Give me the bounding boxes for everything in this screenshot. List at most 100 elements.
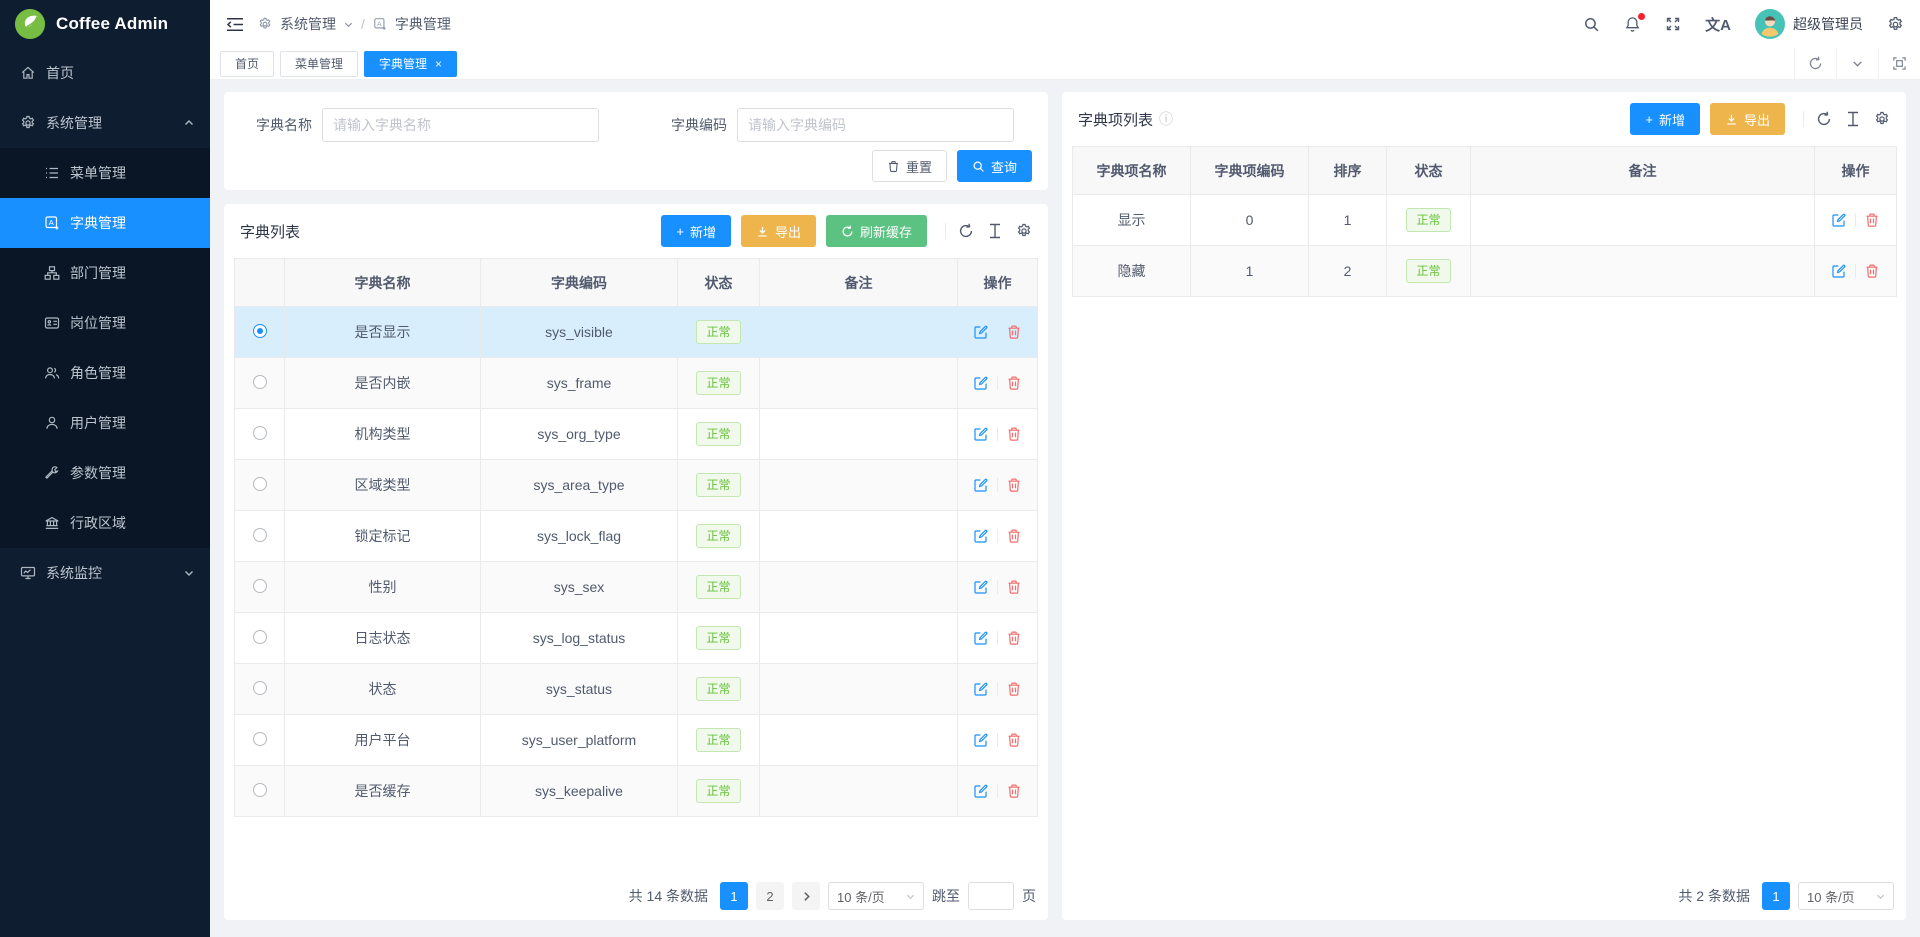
reset-button[interactable]: 重置: [872, 150, 947, 182]
sidebar-item-dict-mgmt[interactable]: A 字典管理: [0, 198, 210, 248]
dictionary-icon: A: [44, 215, 60, 231]
edit-icon[interactable]: [973, 324, 989, 340]
page-button-1[interactable]: 1: [720, 882, 748, 910]
row-radio[interactable]: [253, 681, 267, 695]
page-size-select[interactable]: 10 条/页: [1798, 882, 1894, 910]
edit-icon[interactable]: [973, 528, 989, 544]
row-radio[interactable]: [253, 783, 267, 797]
sidebar-item-dept-mgmt[interactable]: 部门管理: [0, 248, 210, 298]
page-button-1[interactable]: 1: [1762, 882, 1790, 910]
row-radio[interactable]: [253, 375, 267, 389]
delete-icon[interactable]: [1006, 732, 1022, 748]
fullscreen-icon[interactable]: [1665, 16, 1681, 32]
settings-gear-icon[interactable]: [1887, 16, 1904, 33]
add-dict-button[interactable]: +新增: [661, 215, 731, 247]
add-dict-item-button[interactable]: +新增: [1630, 103, 1700, 135]
edit-icon[interactable]: [1831, 212, 1847, 228]
delete-icon[interactable]: [1864, 263, 1880, 279]
breadcrumb-level1[interactable]: 系统管理: [280, 14, 336, 34]
refresh-cache-button[interactable]: 刷新缓存: [826, 215, 927, 247]
search-icon[interactable]: [1583, 16, 1600, 33]
row-radio[interactable]: [253, 324, 267, 338]
edit-icon[interactable]: [973, 681, 989, 697]
row-radio[interactable]: [253, 426, 267, 440]
notification-bell-icon[interactable]: [1624, 16, 1641, 33]
sidebar-item-user-mgmt[interactable]: 用户管理: [0, 398, 210, 448]
row-height-icon[interactable]: [1846, 111, 1860, 127]
next-page-button[interactable]: [792, 882, 820, 910]
dict-name-input[interactable]: [322, 108, 599, 142]
user-menu[interactable]: 超级管理员: [1755, 9, 1863, 39]
sidebar-collapse-icon[interactable]: [226, 17, 244, 32]
sidebar-item-system-monitor[interactable]: 系统监控: [0, 548, 210, 598]
row-radio[interactable]: [253, 477, 267, 491]
edit-icon[interactable]: [973, 579, 989, 595]
tab-options-chevron-icon[interactable]: [1836, 48, 1878, 80]
dict-item-pagination: 共 2 条数据 1 10 条/页: [1678, 882, 1894, 910]
tab-menu-mgmt[interactable]: 菜单管理: [280, 51, 358, 77]
table-row[interactable]: 是否显示 sys_visible 正常: [235, 307, 1038, 358]
delete-icon[interactable]: [1006, 324, 1022, 340]
table-row[interactable]: 用户平台 sys_user_platform 正常: [235, 715, 1038, 766]
table-row[interactable]: 区域类型 sys_area_type 正常: [235, 460, 1038, 511]
page-size-select[interactable]: 10 条/页: [828, 882, 924, 910]
delete-icon[interactable]: [1006, 426, 1022, 442]
edit-icon[interactable]: [973, 477, 989, 493]
tab-dict-mgmt[interactable]: 字典管理 ×: [364, 51, 457, 77]
sidebar-item-role-mgmt[interactable]: 角色管理: [0, 348, 210, 398]
table-row[interactable]: 机构类型 sys_org_type 正常: [235, 409, 1038, 460]
edit-icon[interactable]: [1831, 263, 1847, 279]
edit-icon[interactable]: [973, 375, 989, 391]
table-row[interactable]: 锁定标记 sys_lock_flag 正常: [235, 511, 1038, 562]
delete-icon[interactable]: [1864, 212, 1880, 228]
refresh-page-icon[interactable]: [1794, 48, 1836, 80]
column-settings-gear-icon[interactable]: [1874, 111, 1890, 127]
refresh-table-icon[interactable]: [958, 223, 974, 239]
dict-code-cell: sys_lock_flag: [481, 511, 678, 562]
refresh-table-icon[interactable]: [1816, 111, 1832, 127]
delete-icon[interactable]: [1006, 375, 1022, 391]
translate-icon[interactable]: 文A: [1705, 14, 1731, 35]
row-radio[interactable]: [253, 528, 267, 542]
table-row[interactable]: 性别 sys_sex 正常: [235, 562, 1038, 613]
sidebar-item-menu-mgmt[interactable]: 菜单管理: [0, 148, 210, 198]
sidebar-item-home[interactable]: 首页: [0, 48, 210, 98]
note-cell: [1471, 246, 1815, 297]
sidebar-item-admin-region[interactable]: 行政区域: [0, 498, 210, 548]
export-dict-button[interactable]: 导出: [741, 215, 816, 247]
row-radio[interactable]: [253, 732, 267, 746]
delete-icon[interactable]: [1006, 681, 1022, 697]
table-row[interactable]: 是否内嵌 sys_frame 正常: [235, 358, 1038, 409]
table-row[interactable]: 是否缓存 sys_keepalive 正常: [235, 766, 1038, 817]
edit-icon[interactable]: [973, 732, 989, 748]
table-row[interactable]: 显示 0 1 正常: [1073, 195, 1897, 246]
query-button[interactable]: 查询: [957, 150, 1032, 182]
table-row[interactable]: 隐藏 1 2 正常: [1073, 246, 1897, 297]
close-icon[interactable]: ×: [435, 58, 442, 70]
row-radio[interactable]: [253, 630, 267, 644]
delete-icon[interactable]: [1006, 477, 1022, 493]
edit-icon[interactable]: [973, 630, 989, 646]
jump-page-input[interactable]: [968, 882, 1014, 910]
sidebar-item-system-mgmt[interactable]: 系统管理: [0, 98, 210, 148]
delete-icon[interactable]: [1006, 528, 1022, 544]
edit-icon[interactable]: [973, 783, 989, 799]
table-row[interactable]: 日志状态 sys_log_status 正常: [235, 613, 1038, 664]
delete-icon[interactable]: [1006, 783, 1022, 799]
content-maximize-icon[interactable]: [1878, 48, 1920, 80]
dict-code-input[interactable]: [737, 108, 1014, 142]
tab-home[interactable]: 首页: [220, 51, 274, 77]
sidebar-item-post-mgmt[interactable]: 岗位管理: [0, 298, 210, 348]
row-height-icon[interactable]: [988, 223, 1002, 239]
column-settings-gear-icon[interactable]: [1016, 223, 1032, 239]
page-button-2[interactable]: 2: [756, 882, 784, 910]
export-dict-item-button[interactable]: 导出: [1710, 103, 1785, 135]
row-radio[interactable]: [253, 579, 267, 593]
edit-icon[interactable]: [973, 426, 989, 442]
delete-icon[interactable]: [1006, 630, 1022, 646]
sidebar-item-param-mgmt[interactable]: 参数管理: [0, 448, 210, 498]
logo[interactable]: Coffee Admin: [0, 0, 210, 48]
delete-icon[interactable]: [1006, 579, 1022, 595]
table-row[interactable]: 状态 sys_status 正常: [235, 664, 1038, 715]
plus-icon: +: [1645, 112, 1653, 127]
